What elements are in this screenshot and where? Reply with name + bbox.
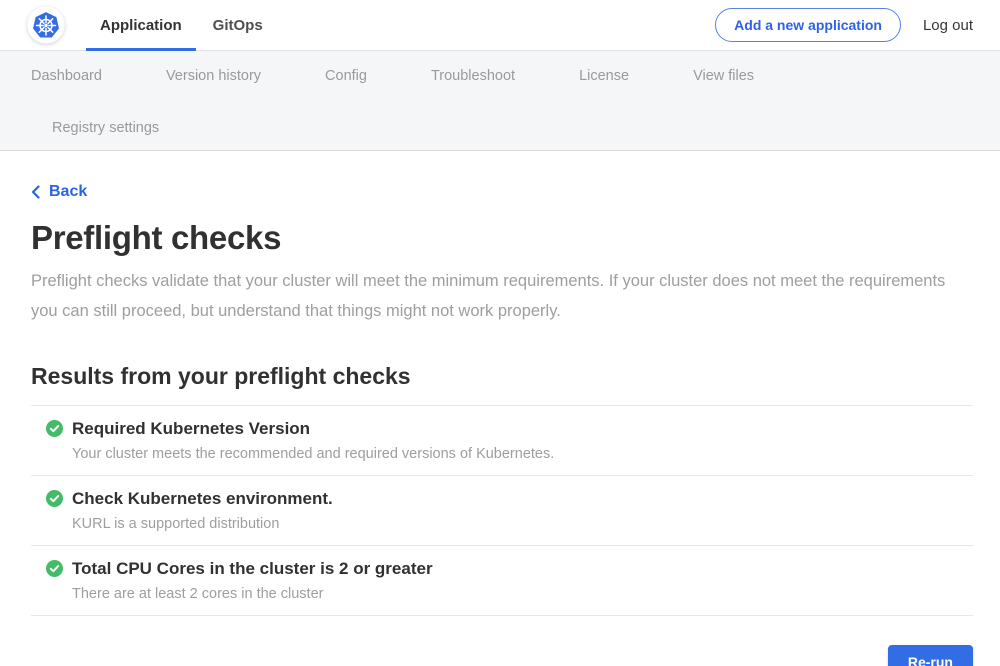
preflight-check-row: Required Kubernetes Version Your cluster… bbox=[31, 405, 973, 475]
kubernetes-logo-icon[interactable] bbox=[27, 6, 65, 44]
logout-link[interactable]: Log out bbox=[923, 17, 973, 34]
check-text: Check Kubernetes environment. KURL is a … bbox=[72, 489, 333, 533]
page-description: Preflight checks validate that your clus… bbox=[31, 266, 973, 326]
navbar-right: Add a new application Log out bbox=[715, 8, 973, 42]
back-link[interactable]: Back bbox=[31, 183, 87, 201]
subnav-item-license[interactable]: License bbox=[559, 64, 649, 88]
top-navbar: Application GitOps Add a new application… bbox=[0, 0, 1000, 51]
app-subnav: Dashboard Version history Config Trouble… bbox=[0, 51, 1000, 151]
subnav-item-troubleshoot[interactable]: Troubleshoot bbox=[411, 64, 535, 88]
tab-application[interactable]: Application bbox=[86, 0, 196, 51]
tab-application-label: Application bbox=[100, 17, 182, 34]
chevron-left-icon bbox=[31, 185, 40, 199]
primary-tabs: Application GitOps bbox=[86, 0, 280, 51]
main-content: Back Preflight checks Preflight checks v… bbox=[0, 151, 1000, 666]
preflight-check-row: Total CPU Cores in the cluster is 2 or g… bbox=[31, 545, 973, 615]
page-title: Preflight checks bbox=[31, 219, 973, 257]
check-message: Your cluster meets the recommended and r… bbox=[72, 446, 554, 463]
subnav-item-view-files[interactable]: View files bbox=[673, 64, 774, 88]
subnav-item-version-history[interactable]: Version history bbox=[146, 64, 281, 88]
check-message: KURL is a supported distribution bbox=[72, 516, 333, 533]
check-title: Check Kubernetes environment. bbox=[72, 489, 333, 509]
check-success-icon bbox=[46, 490, 63, 507]
subnav-item-config[interactable]: Config bbox=[305, 64, 387, 88]
check-title: Total CPU Cores in the cluster is 2 or g… bbox=[72, 559, 433, 579]
subnav-item-dashboard[interactable]: Dashboard bbox=[11, 64, 122, 88]
rerun-button[interactable]: Re-run bbox=[888, 645, 973, 666]
subnav-item-registry-settings[interactable]: Registry settings bbox=[32, 116, 179, 140]
preflight-check-row: Check Kubernetes environment. KURL is a … bbox=[31, 475, 973, 545]
back-label: Back bbox=[49, 183, 87, 201]
results-heading: Results from your preflight checks bbox=[31, 363, 973, 390]
check-title: Required Kubernetes Version bbox=[72, 419, 554, 439]
check-text: Total CPU Cores in the cluster is 2 or g… bbox=[72, 559, 433, 603]
tab-gitops-label: GitOps bbox=[213, 17, 263, 34]
preflight-results-list: Required Kubernetes Version Your cluster… bbox=[31, 405, 973, 616]
check-text: Required Kubernetes Version Your cluster… bbox=[72, 419, 554, 463]
add-application-button[interactable]: Add a new application bbox=[715, 8, 901, 42]
actions-bar: Re-run bbox=[31, 645, 973, 666]
check-message: There are at least 2 cores in the cluste… bbox=[72, 586, 433, 603]
check-success-icon bbox=[46, 420, 63, 437]
check-success-icon bbox=[46, 560, 63, 577]
tab-gitops[interactable]: GitOps bbox=[199, 0, 277, 51]
